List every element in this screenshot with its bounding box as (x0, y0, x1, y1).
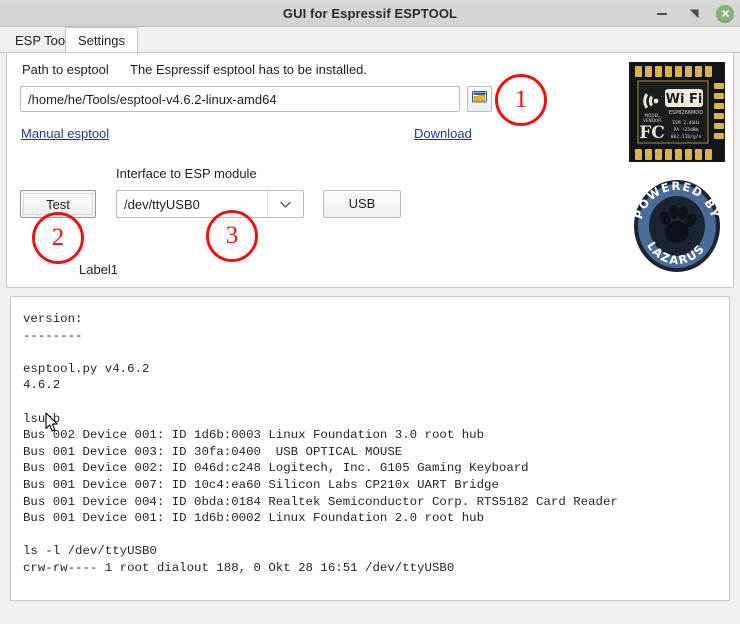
window-controls (652, 0, 734, 27)
esptool-path-input[interactable] (20, 86, 460, 112)
manual-esptool-link[interactable]: Manual esptool (21, 126, 109, 141)
application-window: GUI for Espressif ESPTOOL ESP Tool Setti… (0, 0, 740, 624)
test-button[interactable]: Test (20, 190, 96, 218)
folder-icon (472, 90, 487, 108)
svg-text:ESP8266MOD: ESP8266MOD (669, 110, 703, 116)
usb-button[interactable]: USB (323, 190, 401, 218)
path-hint-label: The Espressif esptool has to be installe… (130, 62, 368, 77)
test-button-label: Test (23, 193, 93, 215)
powered-by-lazarus-logo: POWERED BY LAZARUS (629, 176, 725, 276)
chevron-down-icon[interactable] (267, 191, 303, 217)
window-title: GUI for Espressif ESPTOOL (282, 6, 458, 21)
esp8266-module-photo: Wi Fi MODEL VENDOR FC ESP8266MOD ISM 2.4… (629, 62, 725, 162)
restore-icon[interactable] (684, 4, 704, 24)
output-memo[interactable]: version: -------- esptool.py v4.6.2 4.6.… (10, 296, 730, 601)
title-bar: GUI for Espressif ESPTOOL (0, 0, 740, 27)
minimize-icon[interactable] (652, 4, 672, 24)
browse-folder-button[interactable] (467, 86, 492, 112)
tab-strip: ESP Tool Settings (0, 27, 740, 53)
download-link[interactable]: Download (414, 126, 472, 141)
svg-text:FC: FC (639, 123, 665, 143)
interface-label: Interface to ESP module (116, 166, 257, 181)
port-combobox-value: /dev/ttyUSB0 (124, 196, 200, 212)
svg-text:ISM 2.4GHz: ISM 2.4GHz (672, 120, 700, 126)
svg-text:802.11b/g/n: 802.11b/g/n (671, 134, 702, 140)
tab-settings[interactable]: Settings (65, 27, 138, 53)
close-icon[interactable] (716, 4, 734, 23)
output-text: version: -------- esptool.py v4.6.2 4.6.… (23, 312, 618, 575)
path-label: Path to esptool (22, 62, 109, 77)
svg-text:PA +25dBm: PA +25dBm (674, 127, 699, 133)
svg-text:Wi Fi: Wi Fi (666, 92, 703, 107)
label1: Label1 (79, 262, 119, 277)
port-combobox[interactable]: /dev/ttyUSB0 (116, 190, 304, 218)
